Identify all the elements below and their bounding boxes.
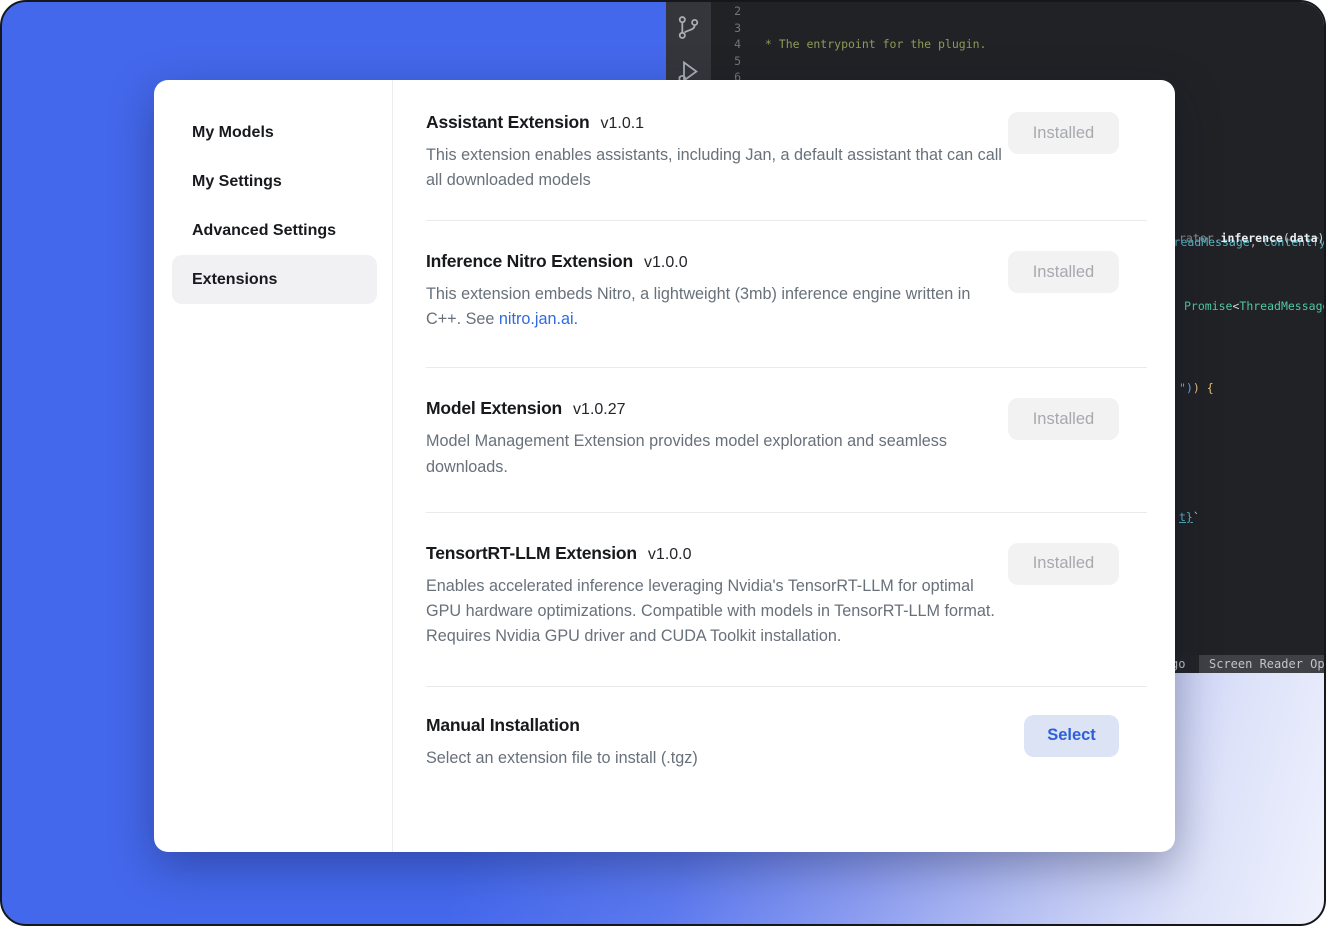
extension-row-nitro: Inference Nitro Extension v1.0.0 This ex… [426, 220, 1147, 367]
manual-installation-description: Select an extension file to install (.tg… [426, 746, 1018, 771]
extension-description: Enables accelerated inference leveraging… [426, 574, 1008, 649]
extension-version: v1.0.0 [644, 254, 688, 272]
extension-description: Model Management Extension provides mode… [426, 429, 1008, 479]
extension-row-tensorrt: TensortRT-LLM Extension v1.0.0 Enables a… [426, 512, 1147, 686]
extension-name: Assistant Extension [426, 112, 589, 133]
sidebar-item-label: Extensions [192, 271, 277, 289]
code-fragment: t}` [1179, 509, 1200, 526]
code-line: * The entrypoint for the plugin. [758, 36, 1326, 53]
extensions-list: Assistant Extension v1.0.1 This extensio… [426, 80, 1147, 852]
sidebar-item-label: My Models [192, 124, 274, 142]
installed-button[interactable]: Installed [1008, 398, 1119, 440]
installed-button[interactable]: Installed [1008, 251, 1119, 293]
code-fragment: Promise<ThreadMessage> [1184, 298, 1326, 315]
sidebar-item-advanced-settings[interactable]: Advanced Settings [154, 206, 392, 255]
extension-description: This extension embeds Nitro, a lightweig… [426, 282, 1008, 332]
extension-name: Inference Nitro Extension [426, 251, 633, 272]
screen-reader-status[interactable]: Screen Reader Optimized [1199, 655, 1326, 673]
extension-row-model: Model Extension v1.0.27 Model Management… [426, 367, 1147, 511]
nitro-jan-ai-link[interactable]: nitro.jan.ai. [499, 310, 578, 328]
sidebar-item-my-settings[interactable]: My Settings [154, 157, 392, 206]
code-fragment: rator.inference(data)); [1179, 230, 1326, 247]
extension-row-assistant: Assistant Extension v1.0.1 This extensio… [426, 80, 1147, 220]
extension-name: TensortRT-LLM Extension [426, 543, 637, 564]
settings-card: My Models My Settings Advanced Settings … [154, 80, 1175, 852]
sidebar-item-label: Advanced Settings [192, 222, 336, 240]
manual-installation-title: Manual Installation [426, 715, 580, 736]
extension-description: This extension enables assistants, inclu… [426, 143, 1008, 193]
extension-version: v1.0.27 [573, 401, 625, 419]
installed-button[interactable]: Installed [1008, 112, 1119, 154]
extension-name: Model Extension [426, 398, 562, 419]
sidebar-divider [392, 80, 393, 852]
extension-version: v1.0.0 [648, 546, 692, 564]
sidebar-item-label: My Settings [192, 173, 282, 191]
manual-installation-row: Manual Installation Select an extension … [426, 686, 1147, 795]
app-window: 2 3 4 5 6 * The entrypoint for the plugi… [0, 0, 1326, 926]
line-numbers: 2 3 4 5 6 [711, 3, 741, 86]
source-control-icon[interactable] [675, 14, 702, 41]
settings-sidebar: My Models My Settings Advanced Settings … [154, 80, 392, 852]
extension-version: v1.0.1 [600, 115, 644, 133]
select-file-button[interactable]: Select [1024, 715, 1119, 757]
installed-button[interactable]: Installed [1008, 543, 1119, 585]
sidebar-item-my-models[interactable]: My Models [154, 108, 392, 157]
code-fragment: ")) { [1179, 380, 1214, 397]
sidebar-item-extensions[interactable]: Extensions [172, 255, 377, 304]
